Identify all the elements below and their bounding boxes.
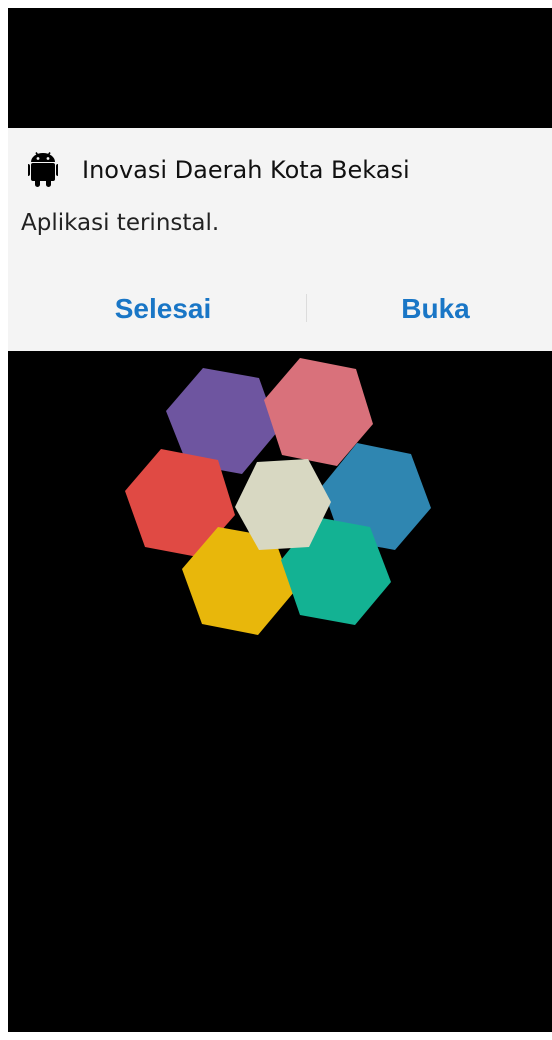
android-icon (26, 150, 60, 190)
open-button[interactable]: Buka (298, 278, 552, 338)
hexagon-logo (125, 358, 431, 635)
status-bar-area (8, 8, 552, 128)
install-complete-dialog: Inovasi Daerah Kota Bekasi Aplikasi teri… (8, 128, 552, 351)
app-screen: Inovasi Daerah Kota Bekasi Aplikasi teri… (8, 8, 552, 1032)
done-button[interactable]: Selesai (28, 278, 298, 338)
install-status-message: Aplikasi terinstal. (21, 210, 220, 236)
app-logo-area (8, 351, 552, 1032)
app-name: Inovasi Daerah Kota Bekasi (82, 156, 410, 184)
dialog-actions: Selesai Buka (8, 278, 552, 338)
dialog-header: Inovasi Daerah Kota Bekasi (26, 150, 410, 190)
